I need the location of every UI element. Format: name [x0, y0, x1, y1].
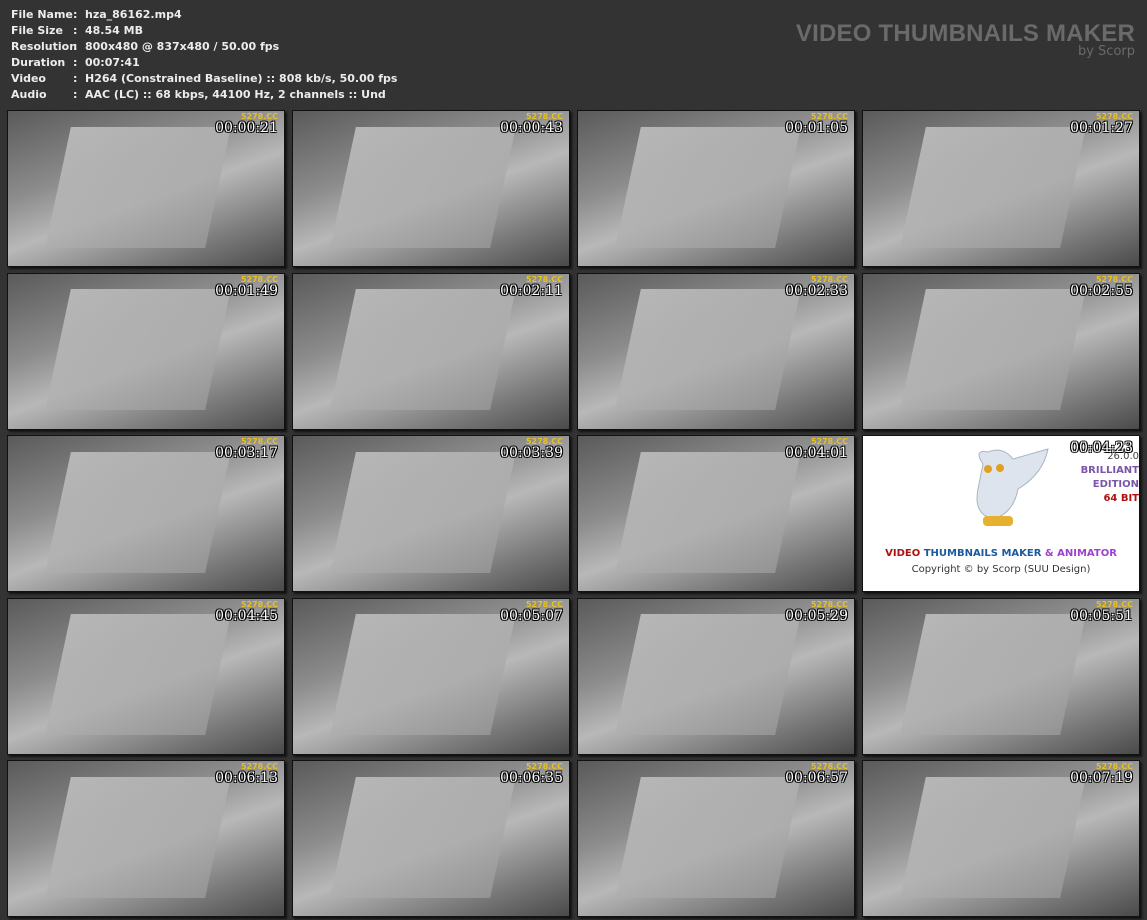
- info-row: Video: H264 (Constrained Baseline) :: 808…: [11, 71, 397, 87]
- timestamp: 00:01:49: [215, 282, 278, 299]
- info-key: Duration: [11, 56, 66, 69]
- info-value: H264 (Constrained Baseline) :: 808 kb/s,…: [85, 72, 398, 85]
- frame-image: [899, 289, 1086, 410]
- edition-line2: EDITION: [1092, 479, 1139, 490]
- info-colon: :: [73, 8, 78, 21]
- video-thumbnail: 5278.CC 00:02:11: [292, 272, 570, 430]
- timestamp: 00:05:07: [500, 607, 563, 624]
- timestamp: 00:06:35: [500, 770, 563, 786]
- frame-image: [899, 776, 1086, 898]
- timestamp: 00:06:13: [215, 770, 278, 786]
- timestamp: 00:00:21: [215, 120, 278, 136]
- info-row: Audio: AAC (LC) :: 68 kbps, 44100 Hz, 2 c…: [11, 87, 397, 103]
- info-colon: :: [73, 24, 78, 37]
- video-thumbnail: 5278.CC 00:00:21: [7, 110, 285, 267]
- frame-image: [899, 614, 1086, 735]
- video-thumbnail: 5278.CC 00:00:43: [292, 110, 570, 267]
- video-thumbnail: 5278.CC 00:04:45: [7, 597, 285, 755]
- timestamp: 00:04:45: [215, 607, 278, 624]
- info-value: 48.54 MB: [85, 24, 143, 37]
- timestamp: 00:02:33: [785, 282, 848, 299]
- info-row: File Size:48.54 MB: [11, 23, 397, 39]
- timestamp: 00:02:55: [1070, 282, 1133, 299]
- video-thumbnail: 5278.CC 00:06:35: [292, 760, 570, 917]
- frame-image: [44, 126, 231, 248]
- thumbnail-grid: 5278.CC 00:00:21 5278.CC 00:00:43 5278.C…: [7, 110, 1140, 917]
- info-colon: :: [73, 88, 78, 101]
- info-key: Resolution: [11, 40, 78, 53]
- video-thumbnail: 5278.CC 00:05:07: [292, 597, 570, 755]
- video-thumbnail: 5278.CC 00:01:49: [7, 272, 285, 430]
- product-word3: & ANIMATOR: [1044, 548, 1117, 559]
- timestamp: 00:03:17: [215, 445, 278, 461]
- timestamp: 00:04:01: [785, 445, 848, 461]
- info-key: Audio: [11, 88, 47, 101]
- info-colon: :: [73, 56, 78, 69]
- timestamp: 00:04:23: [1070, 440, 1133, 456]
- brand-logo: VIDEO THUMBNAILS MAKER by Scorp: [796, 20, 1135, 59]
- bits: 64 BIT: [1103, 493, 1139, 504]
- video-thumbnail: 26.0.0 BRILLIANT EDITION 64 BIT VIDEO TH…: [862, 435, 1140, 592]
- edition-info: 26.0.0 BRILLIANT EDITION 64 BIT: [1081, 450, 1139, 506]
- video-thumbnail: 5278.CC 00:01:05: [577, 110, 855, 267]
- timestamp: 00:05:51: [1070, 607, 1133, 624]
- product-word1: VIDEO: [885, 548, 921, 559]
- product-name: VIDEO THUMBNAILS MAKER & ANIMATOR: [863, 548, 1139, 559]
- frame-image: [329, 126, 516, 248]
- info-value: 00:07:41: [85, 56, 140, 69]
- info-row: Duration:00:07:41: [11, 55, 397, 71]
- video-thumbnail: 5278.CC 00:02:33: [577, 272, 855, 430]
- info-colon: :: [73, 40, 78, 53]
- info-key: File Size: [11, 24, 63, 37]
- video-thumbnail: 5278.CC 00:03:17: [7, 435, 285, 592]
- timestamp: 00:02:11: [500, 282, 563, 299]
- timestamp: 00:03:39: [500, 445, 563, 461]
- timestamp: 00:00:43: [500, 120, 563, 136]
- frame-image: [329, 451, 516, 573]
- frame-image: [329, 776, 516, 898]
- edition-line1: BRILLIANT: [1080, 465, 1139, 476]
- copyright: Copyright © by Scorp (SUU Design): [911, 564, 1091, 575]
- frame-image: [614, 451, 801, 573]
- frame-image: [44, 289, 231, 410]
- frame-image: [44, 451, 231, 573]
- info-key: File Name: [11, 8, 73, 21]
- file-info: File Name: hza_86162.mp4 File Size:48.54 M…: [11, 7, 397, 103]
- timestamp: 00:01:27: [1070, 120, 1133, 136]
- info-value: AAC (LC) :: 68 kbps, 44100 Hz, 2 channel…: [85, 88, 386, 101]
- frame-image: [44, 614, 231, 735]
- video-thumbnail: 5278.CC 00:02:55: [862, 272, 1140, 430]
- info-row: Resolution:800x480 @ 837x480 / 50.00 fps: [11, 39, 397, 55]
- info-value: hza_86162.mp4: [85, 8, 182, 21]
- timestamp: 00:01:05: [785, 120, 848, 136]
- info-colon: :: [73, 72, 78, 85]
- video-thumbnail: 5278.CC 00:07:19: [862, 760, 1140, 917]
- timestamp: 00:05:29: [785, 607, 848, 624]
- product-word2: THUMBNAILS MAKER: [923, 548, 1042, 559]
- video-thumbnail: 5278.CC 00:06:13: [7, 760, 285, 917]
- timestamp: 00:07:19: [1070, 770, 1133, 786]
- video-thumbnail: 5278.CC 00:01:27: [862, 110, 1140, 267]
- frame-image: [614, 289, 801, 410]
- timestamp: 00:06:57: [785, 770, 848, 786]
- video-thumbnail: 5278.CC 00:04:01: [577, 435, 855, 592]
- video-thumbnail: 5278.CC 00:06:57: [577, 760, 855, 917]
- owl-logo-icon: [976, 448, 1049, 526]
- frame-image: [614, 614, 801, 735]
- video-thumbnail: 5278.CC 00:05:29: [577, 597, 855, 755]
- info-key: Video: [11, 72, 46, 85]
- video-thumbnail: 5278.CC 00:03:39: [292, 435, 570, 592]
- frame-image: [614, 126, 801, 248]
- frame-image: [614, 776, 801, 898]
- frame-image: [44, 776, 231, 898]
- frame-image: [329, 289, 516, 410]
- frame-image: [899, 126, 1086, 248]
- frame-image: [329, 614, 516, 735]
- video-thumbnail: 5278.CC 00:05:51: [862, 597, 1140, 755]
- info-row: File Name: hza_86162.mp4: [11, 7, 397, 23]
- info-value: 800x480 @ 837x480 / 50.00 fps: [85, 40, 280, 53]
